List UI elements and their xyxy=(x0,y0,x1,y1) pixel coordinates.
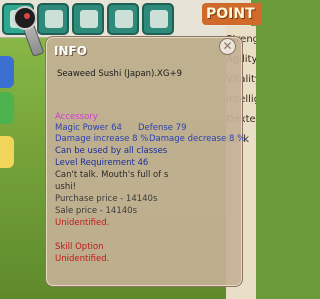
left-sidebar xyxy=(0,40,16,299)
boots-icon xyxy=(150,10,168,28)
equipment-slot-4[interactable] xyxy=(107,3,139,35)
sidebar-button-yellow[interactable] xyxy=(0,136,14,168)
item-info-tooltip: INFO ✕ Seaweed Sushi (Japan).XG+9 Access… xyxy=(45,36,246,287)
points-tab[interactable]: POINT xyxy=(202,3,262,25)
armor-icon xyxy=(80,10,98,28)
item-name: Seaweed Sushi (Japan).XG+9 xyxy=(57,69,182,79)
skill-option-label: Skill Option xyxy=(55,242,104,252)
close-icon[interactable]: ✕ xyxy=(219,38,236,55)
tooltip-title: INFO xyxy=(54,44,87,58)
class-requirement: Can be used by all classes xyxy=(55,146,168,156)
shirt-icon xyxy=(45,10,63,28)
equipment-slot-5[interactable] xyxy=(142,3,174,35)
magnifier-lens-icon xyxy=(13,6,37,30)
equipment-slot-2[interactable] xyxy=(37,3,69,35)
item-category: Accessory xyxy=(55,112,98,122)
identified-status: Unidentified. xyxy=(55,218,110,228)
pants-icon xyxy=(115,10,133,28)
sidebar-button-blue[interactable] xyxy=(0,56,14,88)
magic-power-stat: Magic Power 64 xyxy=(55,123,122,133)
damage-decrease-stat: Damage decrease 8 % xyxy=(149,134,246,144)
purchase-price: Purchase price - 14140s xyxy=(55,194,158,204)
item-description-line1: Can't talk. Mouth's full of s xyxy=(55,170,169,180)
sale-price: Sale price - 14140s xyxy=(55,206,137,216)
level-requirement: Level Requirement 46 xyxy=(55,158,149,168)
item-description-line2: ushi! xyxy=(55,182,76,192)
equipment-slot-3[interactable] xyxy=(72,3,104,35)
sidebar-button-green[interactable] xyxy=(0,92,14,124)
skill-option-status: Unidentified. xyxy=(55,254,110,264)
damage-increase-stat: Damage increase 8 % xyxy=(55,134,149,144)
defense-stat: Defense 79 xyxy=(138,123,187,133)
